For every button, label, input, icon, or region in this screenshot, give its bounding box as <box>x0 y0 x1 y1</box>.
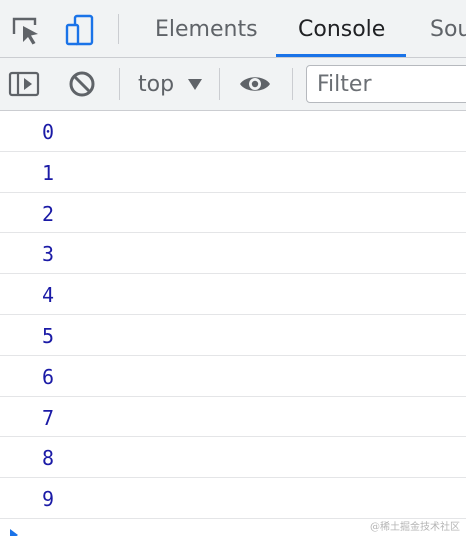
console-value: 0 <box>42 120 55 144</box>
toolbar-divider <box>118 14 119 44</box>
console-message: 4 <box>0 274 466 315</box>
console-value: 6 <box>42 364 55 389</box>
console-value: 4 <box>42 283 55 308</box>
devtools-tab-bar: Elements Console Sou <box>0 0 466 58</box>
device-toolbar-icon[interactable] <box>62 12 98 48</box>
console-messages: 0 1 2 3 4 5 6 7 8 9 <box>0 111 466 519</box>
console-message: 7 <box>0 397 466 438</box>
console-value: 5 <box>42 323 55 348</box>
toolbar-divider <box>292 68 293 100</box>
inspect-element-icon[interactable] <box>8 12 44 48</box>
console-value: 1 <box>42 160 55 185</box>
filter-input[interactable] <box>306 65 466 103</box>
show-sidebar-icon[interactable] <box>7 67 41 101</box>
tab-console[interactable]: Console <box>298 0 385 57</box>
console-toolbar: top <box>0 58 466 111</box>
console-value: 7 <box>42 405 55 430</box>
console-message: 1 <box>0 152 466 193</box>
console-message: 6 <box>0 356 466 397</box>
console-value: 3 <box>42 242 55 267</box>
toolbar-divider <box>119 68 120 100</box>
console-value: 2 <box>42 201 55 226</box>
console-message: 5 <box>0 315 466 356</box>
console-message: 0 <box>0 111 466 152</box>
console-prompt-icon <box>10 529 18 536</box>
context-selector[interactable]: top <box>128 67 210 101</box>
tab-elements[interactable]: Elements <box>155 0 258 57</box>
watermark: @稀土掘金技术社区 <box>370 522 460 533</box>
active-tab-indicator <box>276 54 406 57</box>
console-message: 9 <box>0 478 466 519</box>
context-selector-label: top <box>138 72 175 97</box>
toolbar-divider <box>219 68 220 100</box>
console-message: 8 <box>0 437 466 479</box>
console-value: 9 <box>42 487 55 512</box>
devtools-panel: Elements Console Sou top Filter 0 1 2 3 … <box>0 0 466 536</box>
console-value: 8 <box>42 446 55 471</box>
dropdown-arrow-icon <box>188 79 202 90</box>
console-message: 2 <box>0 193 466 234</box>
tab-sources[interactable]: Sou <box>430 0 466 57</box>
console-message: 3 <box>0 233 466 275</box>
live-expression-eye-icon[interactable] <box>238 67 272 101</box>
clear-console-icon[interactable] <box>65 67 99 101</box>
